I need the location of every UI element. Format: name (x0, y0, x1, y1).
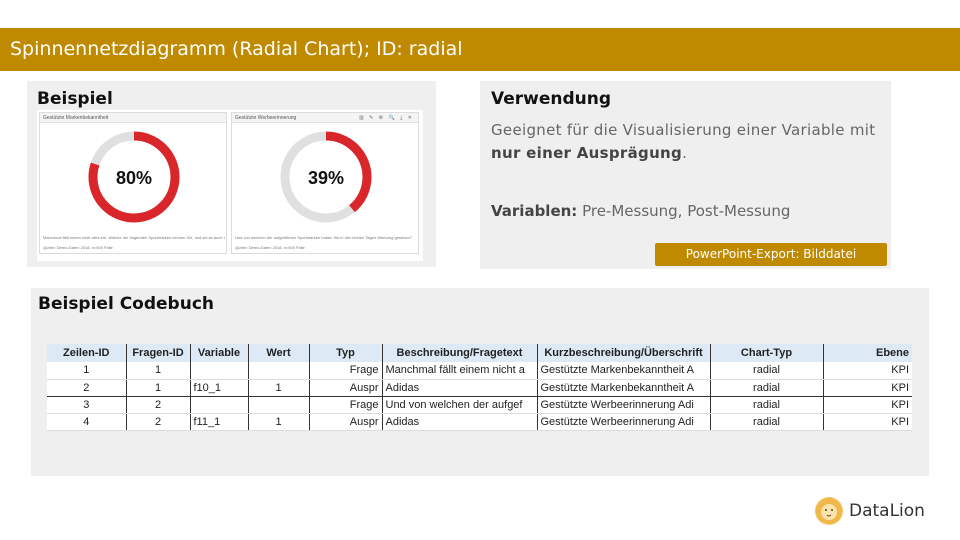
card-question: Manchmal fällt einem nicht alles ein. We… (43, 235, 225, 240)
logo-text: DataLion (849, 501, 925, 521)
radial-chart-1: 80% (88, 131, 180, 223)
datalion-logo: DataLion (815, 497, 925, 525)
column-header: Wert (247, 344, 309, 362)
lion-logo-icon (815, 497, 843, 525)
radial-card-werbeerinnerung: Gestützte Werbeerinnerung ▥ ✎ ⚙ 🔍 ⤓ ✕ 39… (231, 112, 419, 254)
card-question: Und von welchen der aufgeführten Sportma… (235, 235, 413, 240)
column-header: Ebene (822, 344, 912, 362)
column-header: Typ (308, 344, 382, 362)
verwendung-heading: Verwendung (491, 89, 612, 109)
table-row: 11 Frage Manchmal fällt einem nicht a Ges… (47, 362, 912, 380)
column-header: Kurzbeschreibung/Überschrift (536, 344, 710, 362)
slide-title: Spinnennetzdiagramm (Radial Chart); ID: … (0, 28, 960, 71)
table-header-row: Zeilen-ID Fragen-ID Variable Wert Typ Be… (47, 344, 912, 362)
radial-value-label: 39% (308, 168, 344, 188)
card-title: Gestützte Markenbekanntheit (40, 113, 226, 123)
table-row: 32 Frage Und von welchen der aufgef Gestü… (47, 396, 912, 414)
radial-chart-2: 39% (280, 131, 372, 223)
codebuch-heading: Beispiel Codebuch (38, 294, 215, 314)
verwendung-description: Geeignet für die Visualisierung einer Va… (491, 121, 876, 162)
column-header: Variable (189, 344, 248, 362)
radial-value-label: 80% (116, 168, 152, 188)
table-row: 42 f11_1 1 Auspr Adidas Gestützte Werbeeri… (47, 413, 912, 431)
column-header: Zeilen-ID (47, 344, 126, 362)
card-source: Quelle: Demo-Daten 2018, n=500 Fälle (235, 245, 305, 250)
variablen-line: Variablen: Pre-Messung, Post-Messung (491, 202, 791, 220)
column-header: Beschreibung/Fragetext (381, 344, 537, 362)
column-header: Fragen-ID (125, 344, 190, 362)
radial-card-markenbekanntheit: Gestützte Markenbekanntheit 80% Manchmal… (39, 112, 227, 254)
codebuch-table: Zeilen-ID Fragen-ID Variable Wert Typ Be… (47, 344, 912, 431)
verwendung-panel: Verwendung Geeignet für die Visualisieru… (480, 81, 891, 269)
powerpoint-export-badge: PowerPoint-Export: Bilddatei (655, 243, 887, 266)
codebuch-panel: Beispiel Codebuch Zeilen-ID Fragen-ID Va… (31, 288, 929, 476)
example-dashboard: Gestützte Markenbekanntheit 80% Manchmal… (37, 110, 423, 261)
beispiel-panel: Beispiel Gestützte Markenbekanntheit 80%… (27, 81, 436, 267)
card-source: Quelle: Demo-Daten 2018, n=500 Fälle (43, 245, 113, 250)
beispiel-heading: Beispiel (37, 89, 113, 109)
table-row: 21 f10_1 1 Auspr Adidas Gestützte Markenbe… (47, 379, 912, 397)
column-header: Chart-Typ (709, 344, 823, 362)
card-toolbar-icons[interactable]: ▥ ✎ ⚙ 🔍 ⤓ ✕ (359, 113, 414, 123)
